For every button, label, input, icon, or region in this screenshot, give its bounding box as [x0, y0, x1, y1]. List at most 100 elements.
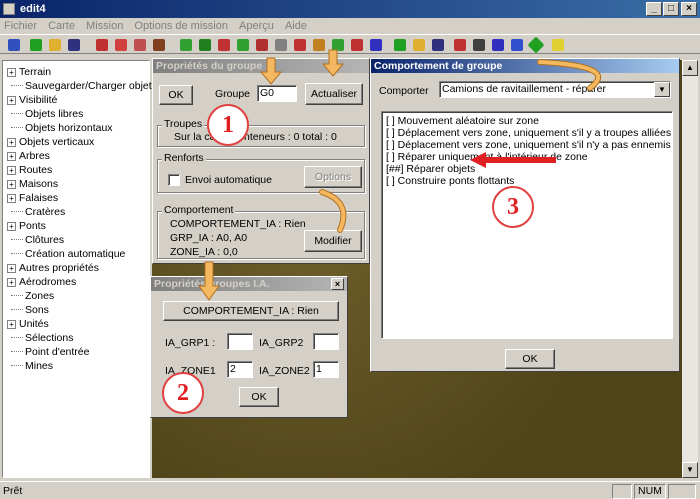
behavior-item[interactable]: [ ] Réparer uniquement à l'intérieur de … [386, 152, 588, 163]
vertical-scrollbar[interactable]: ▲ ▼ [682, 60, 698, 478]
tree-item[interactable]: Zones [7, 289, 54, 303]
open-folder-icon[interactable] [47, 37, 63, 53]
modifier-button[interactable]: Modifier [304, 230, 362, 252]
ia-ok-button[interactable]: OK [239, 387, 279, 407]
expand-icon[interactable]: + [7, 180, 16, 189]
menu-options-mission[interactable]: Options de mission [130, 18, 232, 34]
comportement-ia-button[interactable]: COMPORTEMENT_IA : Rien [163, 301, 339, 321]
open-folder-icon[interactable] [411, 37, 427, 53]
tree-item[interactable]: + Autres propriétés [7, 261, 99, 275]
tree-item[interactable]: Sélections [7, 331, 73, 345]
minimize-button[interactable]: _ [646, 2, 662, 16]
scroll-down-button[interactable]: ▼ [682, 462, 698, 478]
behavior-item[interactable]: [ ] Mouvement aléatoire sur zone [386, 116, 539, 127]
chart-icon[interactable] [6, 37, 22, 53]
expand-icon[interactable]: + [7, 96, 16, 105]
expand-icon[interactable]: + [7, 152, 16, 161]
tree-view[interactable]: + Terrain Sauvegarder/Charger objets + Visib… [2, 60, 157, 478]
unit-icon[interactable] [509, 37, 525, 53]
behavior-item[interactable]: [ ] Construire ponts flottants [386, 176, 514, 187]
green-square-icon[interactable] [392, 37, 408, 53]
expand-icon[interactable]: + [7, 320, 16, 329]
save-icon[interactable] [66, 37, 82, 53]
sound-icon[interactable] [471, 37, 487, 53]
expand-icon[interactable]: + [7, 166, 16, 175]
save-icon[interactable] [430, 37, 446, 53]
tree-item[interactable]: Sons [7, 303, 49, 317]
tree-icon[interactable] [235, 37, 251, 53]
expand-icon[interactable]: + [7, 278, 16, 287]
group-ok-button[interactable]: OK [159, 85, 193, 105]
edit-icon[interactable] [151, 37, 167, 53]
ia-grp1-label: IA_GRP1 : [165, 337, 216, 349]
menu-fichier[interactable]: Fichier [0, 18, 41, 34]
tool-icon[interactable] [132, 37, 148, 53]
behavior-list[interactable]: [ ] Mouvement aléatoire sur zone[ ] Dépl… [381, 111, 673, 339]
ia-close-icon[interactable]: × [331, 278, 344, 290]
tree-item[interactable]: + Falaises [7, 191, 58, 205]
ia-grp1-input[interactable] [227, 333, 253, 350]
behavior-select[interactable]: Camions de ravitaillement - réparer ▼ [439, 81, 671, 98]
tool-icon[interactable] [113, 37, 129, 53]
tree-item[interactable]: + Arbres [7, 149, 50, 163]
envoi-auto-checkbox[interactable] [168, 174, 180, 186]
scroll-up-button[interactable]: ▲ [682, 60, 698, 76]
tree-item[interactable]: Cratères [7, 205, 65, 219]
tool-icon[interactable] [197, 37, 213, 53]
new-icon[interactable] [28, 37, 44, 53]
troupes-title: Troupes [162, 118, 205, 130]
close-button[interactable]: × [681, 2, 697, 16]
tree-item[interactable]: + Objets verticaux [7, 135, 94, 149]
menu-mission[interactable]: Mission [82, 18, 127, 34]
groupe-input[interactable]: G0 [257, 85, 297, 102]
help-icon[interactable] [550, 37, 566, 53]
menu-apercu[interactable]: Aperçu [235, 18, 278, 34]
menu-aide[interactable]: Aide [281, 18, 311, 34]
ia-zone1-input[interactable]: 2 [227, 361, 253, 378]
menu-carte[interactable]: Carte [44, 18, 79, 34]
tree-item[interactable]: Objets libres [7, 107, 83, 121]
tool-icon[interactable] [254, 37, 270, 53]
options-button[interactable]: Options [304, 166, 362, 188]
tree-item[interactable]: Sauvegarder/Charger objets [7, 79, 157, 93]
house-icon[interactable] [292, 37, 308, 53]
diamond-icon[interactable] [527, 36, 545, 54]
actualiser-button[interactable]: Actualiser [305, 83, 363, 105]
tree-item[interactable]: Point d'entrée [7, 345, 89, 359]
maximize-button[interactable]: □ [663, 2, 679, 16]
tree-item[interactable]: + Unités [7, 317, 49, 331]
ia-zone2-input[interactable]: 1 [313, 361, 339, 378]
tool-icon[interactable] [452, 37, 468, 53]
ia-grp2-input[interactable] [313, 333, 339, 350]
tree-item[interactable]: Création automatique [7, 247, 125, 261]
tree-item[interactable]: + Maisons [7, 177, 58, 191]
behavior-ok-button[interactable]: OK [505, 349, 555, 369]
tool-icon[interactable] [178, 37, 194, 53]
tool-icon[interactable] [490, 37, 506, 53]
tree-item[interactable]: Clôtures [7, 233, 64, 247]
tree-item[interactable]: + Visibilité [7, 93, 57, 107]
expand-icon[interactable]: + [7, 264, 16, 273]
tool-icon[interactable] [311, 37, 327, 53]
tree-item-label: Autres propriétés [19, 262, 99, 274]
tree-item[interactable]: + Ponts [7, 219, 46, 233]
expand-icon[interactable]: + [7, 222, 16, 231]
tree-item[interactable]: + Aérodromes [7, 275, 76, 289]
tree-item[interactable]: + Terrain [7, 65, 51, 79]
expand-icon[interactable]: + [7, 194, 16, 203]
brush-icon[interactable] [94, 37, 110, 53]
tree-item[interactable]: Objets horizontaux [7, 121, 113, 135]
behavior-item[interactable]: [ ] Déplacement vers zone, uniquement s'… [386, 140, 671, 151]
tool-icon[interactable] [330, 37, 346, 53]
tool-icon[interactable] [368, 37, 384, 53]
tree-item[interactable]: Mines [7, 359, 53, 373]
expand-icon[interactable]: + [7, 68, 16, 77]
chevron-down-icon[interactable]: ▼ [654, 82, 670, 97]
expand-icon[interactable]: + [7, 138, 16, 147]
behavior-item[interactable]: [ ] Déplacement vers zone, uniquement s'… [386, 128, 671, 139]
tool-icon[interactable] [216, 37, 232, 53]
tool-icon[interactable] [273, 37, 289, 53]
tool-icon[interactable] [349, 37, 365, 53]
behavior-item[interactable]: [##] Réparer objets [386, 164, 475, 175]
tree-item[interactable]: + Routes [7, 163, 52, 177]
